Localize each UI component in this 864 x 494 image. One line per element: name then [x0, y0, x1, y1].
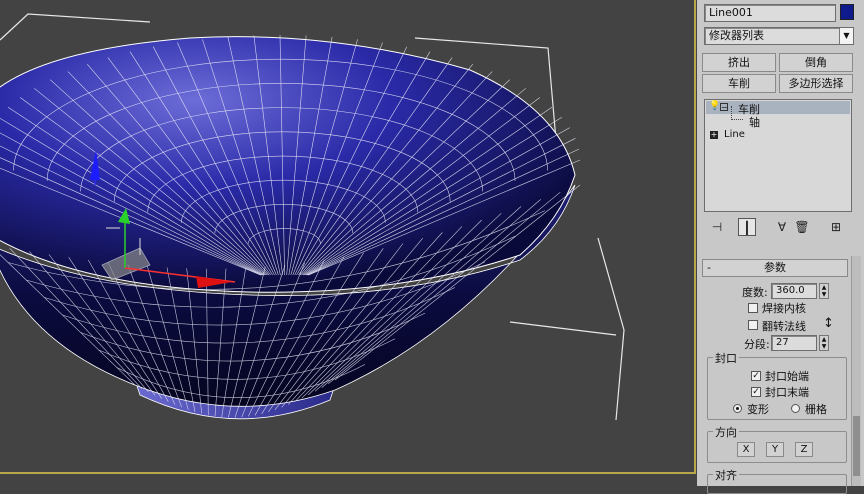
- panel-scrollbar[interactable]: [851, 256, 861, 486]
- parameters-title: 参数: [764, 261, 786, 274]
- parameters-rollout-header[interactable]: - 参数: [702, 259, 848, 277]
- weld-core-label: 焊接内核: [762, 302, 806, 315]
- command-panel: Line001 修改器列表 ▼ 挤出 倒角 车削 多边形选择 💡 − 车削 轴 …: [697, 0, 864, 494]
- collapse-icon[interactable]: −: [720, 103, 728, 112]
- expand-icon[interactable]: +: [710, 131, 718, 139]
- object-name-field[interactable]: Line001: [704, 4, 836, 22]
- scrollbar-thumb[interactable]: [853, 416, 860, 476]
- degrees-spinner[interactable]: ▲ ▼: [819, 283, 829, 299]
- cap-end-checkbox[interactable]: ✓: [751, 387, 761, 397]
- make-unique-icon[interactable]: ∀: [773, 218, 791, 236]
- grid-radio[interactable]: [791, 404, 800, 413]
- show-end-result-icon[interactable]: ┃: [738, 218, 756, 236]
- flip-normals-label: 翻转法线: [762, 320, 806, 333]
- configure-sets-icon[interactable]: ⊞: [827, 218, 845, 236]
- tree-connector: [731, 106, 732, 120]
- degrees-input[interactable]: 360.0: [771, 283, 817, 299]
- stack-item-lathe[interactable]: 💡 − 车削: [706, 101, 850, 116]
- segments-label: 分段:: [744, 338, 770, 351]
- axis-y-button[interactable]: Y: [766, 442, 784, 457]
- collapse-icon[interactable]: -: [707, 260, 711, 276]
- flip-normals-checkbox[interactable]: [748, 320, 758, 330]
- cap-end-label: 封口末端: [765, 386, 809, 399]
- align-title: 对齐: [713, 467, 739, 483]
- cap-start-checkbox[interactable]: ✓: [751, 371, 761, 381]
- capping-title: 封口: [713, 350, 739, 366]
- axis-z-button[interactable]: Z: [795, 442, 813, 457]
- stack-item-line[interactable]: + Line: [706, 129, 850, 142]
- poly-select-button[interactable]: 多边形选择: [779, 74, 853, 93]
- cap-start-label: 封口始端: [765, 370, 809, 383]
- axis-x-button[interactable]: X: [737, 442, 755, 457]
- stack-item-label: Line: [724, 129, 745, 140]
- weld-core-checkbox[interactable]: [748, 303, 758, 313]
- modifier-list-label: 修改器列表: [709, 29, 764, 42]
- extrude-button[interactable]: 挤出: [702, 53, 776, 72]
- segments-spinner[interactable]: ▲ ▼: [819, 335, 829, 351]
- bowl-mesh-render: [0, 13, 625, 421]
- lightbulb-icon[interactable]: 💡: [709, 101, 720, 111]
- degrees-label: 度数:: [742, 286, 768, 299]
- grid-label: 栅格: [805, 403, 827, 416]
- tree-connector: [731, 119, 743, 120]
- direction-title: 方向: [713, 424, 739, 440]
- stack-item-axis[interactable]: 轴: [749, 114, 760, 130]
- object-color-swatch[interactable]: [840, 4, 854, 20]
- segments-input[interactable]: 27: [771, 335, 817, 351]
- morph-label: 变形: [747, 403, 769, 416]
- lathe-button[interactable]: 车削: [702, 74, 776, 93]
- resize-cursor-icon: ↕: [823, 316, 834, 331]
- perspective-viewport[interactable]: [0, 0, 696, 474]
- chevron-down-icon[interactable]: ▼: [839, 28, 853, 44]
- morph-radio[interactable]: [733, 404, 742, 413]
- bevel-button[interactable]: 倒角: [779, 53, 853, 72]
- modifier-list-dropdown[interactable]: 修改器列表 ▼: [704, 27, 854, 45]
- remove-modifier-icon[interactable]: 🗑: [793, 218, 811, 236]
- modifier-stack[interactable]: 💡 − 车削 轴 + Line: [704, 99, 852, 212]
- pin-stack-icon[interactable]: ⊣: [707, 218, 727, 236]
